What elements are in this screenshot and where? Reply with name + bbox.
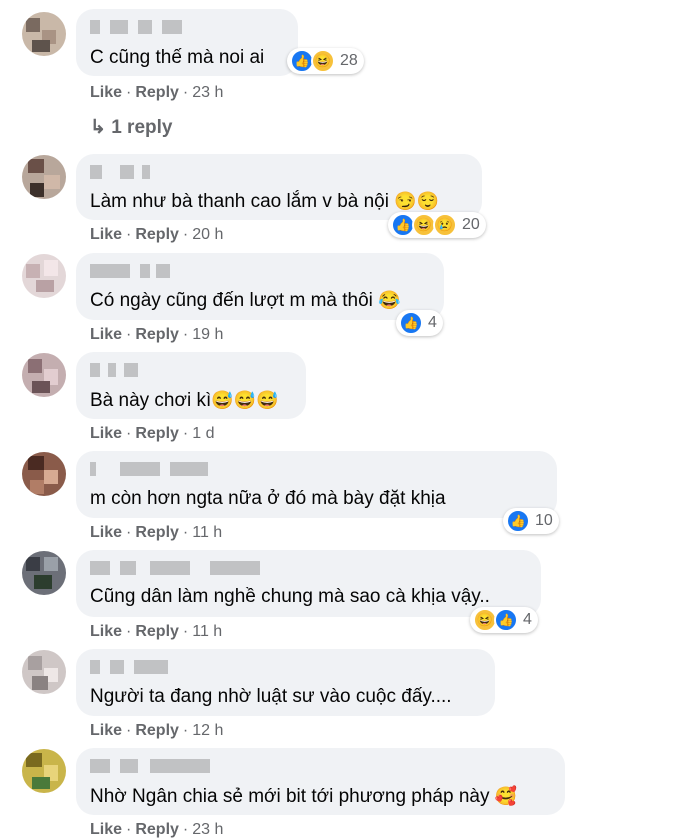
avatar[interactable] xyxy=(22,155,66,199)
like-reaction-icon: 👍 xyxy=(399,311,423,335)
avatar[interactable] xyxy=(22,12,66,56)
haha-reaction-icon: 😆 xyxy=(311,49,335,73)
timestamp[interactable]: 11 h xyxy=(192,623,222,640)
comment-actions: Like · Reply · 23 h xyxy=(90,821,224,838)
comment-bubble: C cũng thế mà noi ai xyxy=(76,9,298,76)
comment-text: Bà này chơi kì😅😅😅 xyxy=(90,390,279,411)
reply-link[interactable]: Reply xyxy=(135,623,179,640)
avatar[interactable] xyxy=(22,452,66,496)
reply-link[interactable]: Reply xyxy=(135,326,179,343)
avatar[interactable] xyxy=(22,551,66,595)
emoji: 😂 xyxy=(378,290,401,310)
reply-link[interactable]: Reply xyxy=(135,84,179,101)
comment-actions: Like · Reply · 12 h xyxy=(90,722,224,739)
comment-actions: Like · Reply · 19 h xyxy=(90,326,224,343)
comment-bubble: Bà này chơi kì😅😅😅 xyxy=(76,352,306,419)
reply-link[interactable]: Reply xyxy=(135,226,179,243)
reaction-summary[interactable]: 👍 😆 28 xyxy=(287,48,364,74)
reaction-summary[interactable]: 👍 😆 😢 20 xyxy=(388,212,486,238)
timestamp[interactable]: 11 h xyxy=(192,524,222,541)
like-reaction-icon: 👍 xyxy=(494,608,518,632)
sad-reaction-icon: 😢 xyxy=(433,213,457,237)
comment-actions: Like · Reply · 11 h xyxy=(90,524,223,541)
comment-bubble: Có ngày cũng đến lượt m mà thôi 😂 xyxy=(76,253,444,320)
emoji: 😏😌 xyxy=(394,191,440,211)
timestamp[interactable]: 20 h xyxy=(192,226,223,243)
reaction-summary[interactable]: 👍 4 xyxy=(396,310,443,336)
timestamp[interactable]: 23 h xyxy=(192,821,223,838)
like-link[interactable]: Like xyxy=(90,226,122,243)
view-replies-link[interactable]: ↳ 1 reply xyxy=(90,116,172,139)
like-reaction-icon: 👍 xyxy=(506,509,530,533)
comment-text: Làm như bà thanh cao lắm v bà nội 😏😌 xyxy=(90,191,440,212)
reaction-count: 10 xyxy=(535,512,553,529)
reaction-count: 20 xyxy=(462,216,480,233)
timestamp[interactable]: 1 d xyxy=(192,425,214,442)
reaction-count: 4 xyxy=(428,314,437,331)
avatar[interactable] xyxy=(22,650,66,694)
emoji: 😅😅😅 xyxy=(211,390,279,410)
comment-text: Cũng dân làm nghề chung mà sao cà khịa v… xyxy=(90,586,490,607)
comment-text: C cũng thế mà noi ai xyxy=(90,47,265,68)
like-link[interactable]: Like xyxy=(90,84,122,101)
reaction-summary[interactable]: 😆 👍 4 xyxy=(470,607,538,633)
comment-actions: Like · Reply · 11 h xyxy=(90,623,223,640)
like-link[interactable]: Like xyxy=(90,821,122,838)
comment-actions: Like · Reply · 23 h xyxy=(90,84,224,101)
avatar[interactable] xyxy=(22,254,66,298)
comment-bubble: Làm như bà thanh cao lắm v bà nội 😏😌 xyxy=(76,154,482,220)
like-link[interactable]: Like xyxy=(90,326,122,343)
comment-actions: Like · Reply · 1 d xyxy=(90,425,215,442)
comment-bubble: Cũng dân làm nghề chung mà sao cà khịa v… xyxy=(76,550,541,617)
comment-text: Người ta đang nhờ luật sư vào cuộc đấy..… xyxy=(90,686,452,707)
comment-bubble: Người ta đang nhờ luật sư vào cuộc đấy..… xyxy=(76,649,495,716)
reaction-count: 28 xyxy=(340,52,358,69)
comment-bubble: Nhờ Ngân chia sẻ mới bit tới phương pháp… xyxy=(76,748,565,815)
reaction-count: 4 xyxy=(523,611,532,628)
comment-text: Nhờ Ngân chia sẻ mới bit tới phương pháp… xyxy=(90,786,518,807)
like-link[interactable]: Like xyxy=(90,524,122,541)
like-link[interactable]: Like xyxy=(90,722,122,739)
emoji: 🥰 xyxy=(494,786,518,806)
like-link[interactable]: Like xyxy=(90,623,122,640)
comment-bubble: m còn hơn ngta nữa ở đó mà bày đặt khịa xyxy=(76,451,557,518)
comment-actions: Like · Reply · 20 h xyxy=(90,226,224,243)
like-link[interactable]: Like xyxy=(90,425,122,442)
reply-link[interactable]: Reply xyxy=(135,821,179,838)
reply-link[interactable]: Reply xyxy=(135,524,179,541)
reply-link[interactable]: Reply xyxy=(135,722,179,739)
comment-text: Có ngày cũng đến lượt m mà thôi 😂 xyxy=(90,290,401,311)
avatar[interactable] xyxy=(22,353,66,397)
timestamp[interactable]: 12 h xyxy=(192,722,223,739)
timestamp[interactable]: 19 h xyxy=(192,326,223,343)
avatar[interactable] xyxy=(22,749,66,793)
reply-link[interactable]: Reply xyxy=(135,425,179,442)
reaction-summary[interactable]: 👍 10 xyxy=(503,508,559,534)
timestamp[interactable]: 23 h xyxy=(192,84,223,101)
comment-text: m còn hơn ngta nữa ở đó mà bày đặt khịa xyxy=(90,488,446,509)
